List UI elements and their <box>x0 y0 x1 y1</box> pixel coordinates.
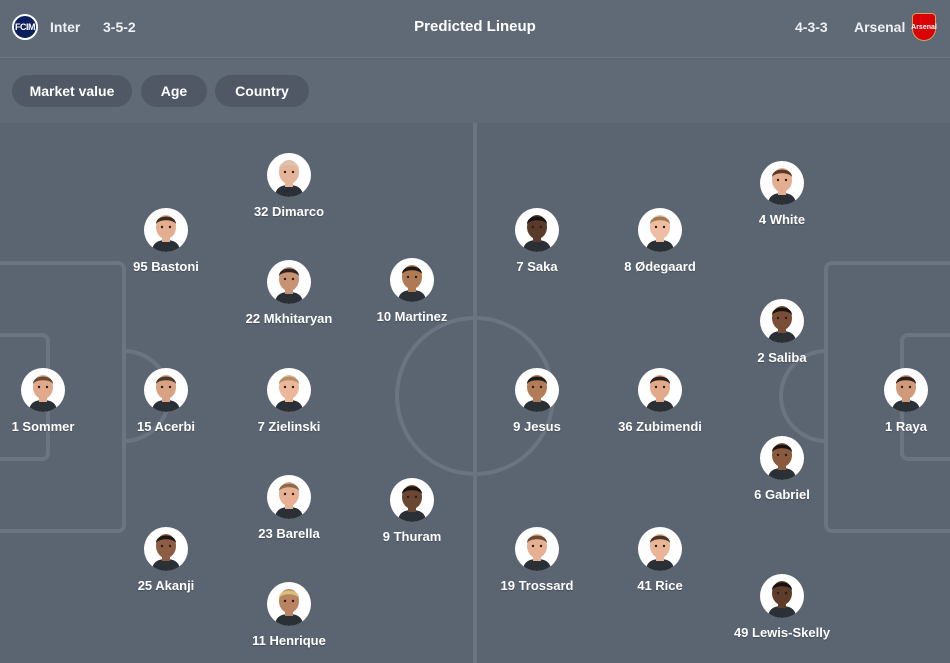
away-team-name[interactable]: Arsenal <box>854 19 905 35</box>
arsenal-logo-text: Arsenal <box>911 23 937 31</box>
player-face-icon <box>768 581 796 618</box>
player-name: 19 Trossard <box>500 578 574 593</box>
player-name: 1 Raya <box>885 419 927 434</box>
player-name: 23 Barella <box>258 526 320 541</box>
player-avatar-icon <box>267 153 311 197</box>
player-avatar-icon <box>760 299 804 343</box>
inter-logo-icon[interactable]: FCIM <box>12 14 38 40</box>
player-face-icon <box>275 267 303 304</box>
filter-toolbar: Market value Age Country <box>0 59 950 123</box>
player-name: 10 Martinez <box>376 309 448 324</box>
player-face-icon <box>768 443 796 480</box>
player-name: 22 Mkhitaryan <box>245 311 333 326</box>
player-face-icon <box>768 306 796 343</box>
player-face-icon <box>275 160 303 197</box>
player-avatar-icon <box>267 582 311 626</box>
home-formation: 3-5-2 <box>103 19 136 35</box>
player-name: 9 Thuram <box>382 529 442 544</box>
player-face-icon <box>152 534 180 571</box>
player-avatar-icon <box>638 527 682 571</box>
player-face-icon <box>523 215 551 252</box>
away-player-card[interactable]: 2 Saliba <box>707 299 857 365</box>
lineup-header: FCIM Inter 3-5-2 Predicted Lineup 4-3-3 … <box>0 0 950 58</box>
player-avatar-icon <box>638 208 682 252</box>
player-avatar-icon <box>638 368 682 412</box>
player-name: 32 Dimarco <box>253 204 325 219</box>
country-filter-button[interactable]: Country <box>215 75 309 107</box>
player-avatar-icon <box>267 368 311 412</box>
player-name: 6 Gabriel <box>754 487 810 502</box>
home-player-card[interactable]: 7 Zielinski <box>214 368 364 434</box>
player-face-icon <box>275 589 303 626</box>
player-name: 15 Acerbi <box>136 419 196 434</box>
player-name: 4 White <box>758 212 806 227</box>
player-face-icon <box>523 375 551 412</box>
away-player-card[interactable]: 49 Lewis-Skelly <box>707 574 857 640</box>
player-face-icon <box>275 375 303 412</box>
player-face-icon <box>398 265 426 302</box>
player-face-icon <box>29 375 57 412</box>
player-name: 41 Rice <box>637 578 683 593</box>
player-avatar-icon <box>390 258 434 302</box>
away-player-card[interactable]: 8 Ødegaard <box>585 208 735 274</box>
away-formation: 4-3-3 <box>795 19 828 35</box>
player-avatar-icon <box>267 475 311 519</box>
player-avatar-icon <box>21 368 65 412</box>
player-face-icon <box>768 168 796 205</box>
player-name: 9 Jesus <box>513 419 561 434</box>
player-face-icon <box>275 482 303 519</box>
player-name: 7 Saka <box>516 259 558 274</box>
player-avatar-icon <box>760 574 804 618</box>
inter-logo-text: FCIM <box>15 22 36 32</box>
player-face-icon <box>646 215 674 252</box>
player-name: 7 Zielinski <box>257 419 321 434</box>
player-avatar-icon <box>390 478 434 522</box>
player-name: 2 Saliba <box>757 350 807 365</box>
player-name: 25 Akanji <box>137 578 195 593</box>
player-avatar-icon <box>760 436 804 480</box>
market-value-filter-button[interactable]: Market value <box>12 75 132 107</box>
player-face-icon <box>152 215 180 252</box>
player-name: 49 Lewis-Skelly <box>733 625 831 640</box>
player-face-icon <box>398 485 426 522</box>
age-filter-button[interactable]: Age <box>141 75 207 107</box>
player-face-icon <box>892 375 920 412</box>
player-avatar-icon <box>267 260 311 304</box>
player-name: 1 Sommer <box>11 419 75 434</box>
arsenal-logo-icon[interactable]: Arsenal <box>911 13 937 41</box>
away-player-card[interactable]: 36 Zubimendi <box>585 368 735 434</box>
player-face-icon <box>646 375 674 412</box>
player-avatar-icon <box>515 527 559 571</box>
player-name: 95 Bastoni <box>133 259 199 274</box>
player-face-icon <box>523 534 551 571</box>
player-avatar-icon <box>515 368 559 412</box>
player-face-icon <box>646 534 674 571</box>
player-avatar-icon <box>515 208 559 252</box>
away-player-card[interactable]: 6 Gabriel <box>707 436 857 502</box>
player-avatar-icon <box>144 368 188 412</box>
home-player-card[interactable]: 11 Henrique <box>214 582 364 648</box>
player-avatar-icon <box>760 161 804 205</box>
home-team-name[interactable]: Inter <box>50 19 80 35</box>
player-name: 8 Ødegaard <box>624 259 696 274</box>
player-avatar-icon <box>884 368 928 412</box>
player-avatar-icon <box>144 208 188 252</box>
away-player-card[interactable]: 1 Raya <box>831 368 950 434</box>
player-avatar-icon <box>144 527 188 571</box>
player-face-icon <box>152 375 180 412</box>
player-name: 11 Henrique <box>252 633 326 648</box>
player-name: 36 Zubimendi <box>618 419 702 434</box>
